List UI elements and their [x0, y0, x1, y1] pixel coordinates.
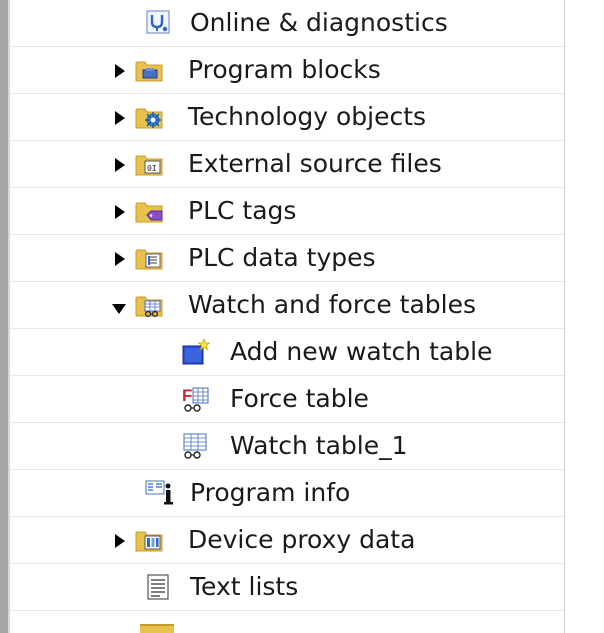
folder-technology-objects-icon: [134, 102, 166, 132]
tree-item-label: Force table: [230, 384, 369, 413]
tree-item-technology-objects[interactable]: Technology objects: [10, 94, 564, 141]
expand-arrow-icon[interactable]: [114, 110, 126, 125]
tree-item-label: Technology objects: [188, 102, 427, 131]
expand-arrow-icon[interactable]: [114, 157, 126, 172]
tree-item-label: Watch and force tables: [188, 290, 477, 319]
tree-item-label: Program blocks: [188, 55, 381, 84]
project-tree: Online & diagnostics Program blocks Tech…: [0, 0, 564, 633]
tree-item-label: Device proxy data: [188, 525, 416, 554]
add-new-icon: [180, 337, 212, 367]
tree-item-label: PLC tags: [188, 196, 297, 225]
tree-item-label: PLC data types: [188, 243, 376, 272]
watch-table-icon: [180, 431, 212, 461]
tree-item-watch-and-force-tables[interactable]: Watch and force tables: [10, 282, 564, 329]
expand-arrow-icon[interactable]: [114, 533, 126, 548]
folder-external-source-icon: 0I: [134, 149, 166, 179]
collapse-arrow-icon[interactable]: [112, 300, 126, 314]
tree-item-text-lists[interactable]: Text lists: [10, 564, 564, 611]
tree-item-label: Add new watch table: [230, 337, 493, 366]
text-lists-icon: [144, 572, 176, 602]
force-table-icon: F: [180, 384, 212, 414]
folder-plc-tags-icon: [134, 196, 166, 226]
expand-arrow-icon[interactable]: [114, 251, 126, 266]
tree-item-plc-tags[interactable]: PLC tags: [10, 188, 564, 235]
tree-item-program-blocks[interactable]: Program blocks: [10, 47, 564, 94]
expand-arrow-icon[interactable]: [114, 63, 126, 78]
tree-item-label: External source files: [188, 149, 442, 178]
tree-item-label: Online & diagnostics: [190, 8, 448, 37]
folder-icon-partial: [140, 624, 174, 633]
tree-item-online-diagnostics[interactable]: Online & diagnostics: [10, 0, 564, 47]
folder-program-blocks-icon: [134, 55, 166, 85]
tree-item-program-info[interactable]: Program info: [10, 470, 564, 517]
project-tree-panel: Online & diagnostics Program blocks Tech…: [0, 0, 604, 633]
folder-plc-data-types-icon: [134, 243, 166, 273]
svg-text:F: F: [182, 386, 192, 405]
tree-item-plc-data-types[interactable]: PLC data types: [10, 235, 564, 282]
folder-watch-force-icon: [134, 290, 166, 320]
program-info-icon: [144, 478, 176, 508]
svg-text:0I: 0I: [147, 164, 157, 173]
tree-item-label: Text lists: [190, 572, 299, 601]
tree-item-label: Program info: [190, 478, 351, 507]
column-divider: [564, 0, 565, 633]
expand-arrow-icon[interactable]: [114, 204, 126, 219]
tree-item-add-new-watch-table[interactable]: Add new watch table: [10, 329, 564, 376]
online-diagnostics-icon: [144, 8, 176, 38]
folder-device-proxy-icon: [134, 525, 166, 555]
tree-item-force-table[interactable]: F Force table: [10, 376, 564, 423]
tree-item-label: Watch table_1: [230, 431, 408, 460]
tree-item-external-source-files[interactable]: 0I External source files: [10, 141, 564, 188]
tree-item-watch-table-1[interactable]: Watch table_1: [10, 423, 564, 470]
tree-item-device-proxy-data[interactable]: Device proxy data: [10, 517, 564, 564]
